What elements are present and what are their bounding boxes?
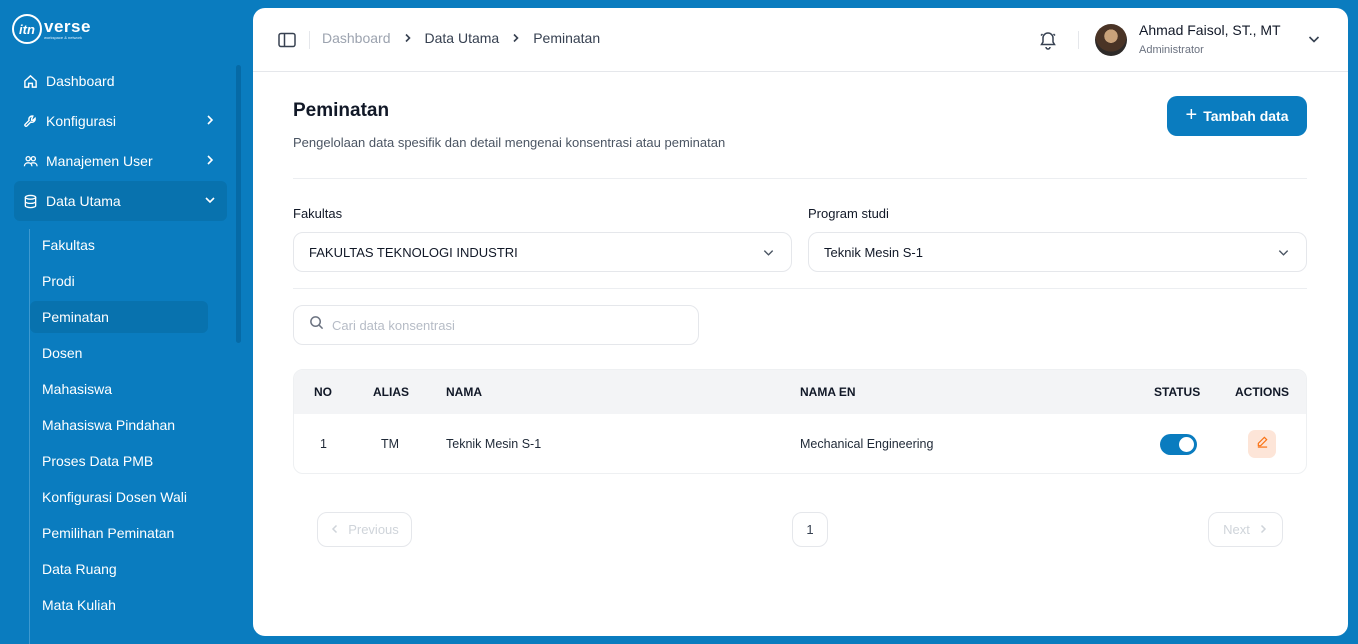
sidebar-item-label: Konfigurasi <box>46 113 117 129</box>
chevron-left-icon <box>330 522 340 537</box>
column-header-nama: NAMA <box>446 385 482 399</box>
cell-alias: TM <box>381 437 400 451</box>
sidebar-item-data-utama[interactable]: Data Utama <box>14 181 227 221</box>
breadcrumb: Dashboard Data Utama Peminatan <box>322 30 600 46</box>
chevron-down-icon <box>762 246 775 259</box>
toggle-knob <box>1179 437 1194 452</box>
sidebar-scrollbar[interactable] <box>236 65 241 343</box>
home-icon <box>22 73 38 89</box>
sidebar-item-konfigurasi[interactable]: Konfigurasi <box>14 101 227 141</box>
chevron-right-icon <box>203 153 217 169</box>
column-header-alias: ALIAS <box>373 385 409 399</box>
column-header-no: NO <box>314 385 332 399</box>
sidebar-item-label: Data Utama <box>46 193 121 209</box>
main-panel: Dashboard Data Utama Peminatan Ahmad Fai… <box>253 8 1348 636</box>
page-description: Pengelolaan data spesifik dan detail men… <box>293 135 726 150</box>
prodi-select[interactable]: Teknik Mesin S-1 <box>808 232 1307 272</box>
sidebar-item-label: Manajemen User <box>46 153 153 169</box>
database-icon <box>22 193 38 209</box>
chevron-right-icon <box>203 113 217 129</box>
sidebar-subitem-mahasiswa-pindahan[interactable]: Mahasiswa Pindahan <box>30 409 208 441</box>
column-header-actions: ACTIONS <box>1235 385 1289 399</box>
edit-button[interactable] <box>1248 430 1276 458</box>
page-number-button[interactable]: 1 <box>792 512 828 547</box>
column-header-nama-en: NAMA EN <box>800 385 856 399</box>
breadcrumb-peminatan: Peminatan <box>533 30 601 46</box>
divider <box>309 31 310 49</box>
plus-icon: + <box>1185 104 1198 126</box>
user-name: Ahmad Faisol, ST., MT <box>1139 22 1281 38</box>
brand-mark: itn <box>12 14 42 44</box>
search-icon <box>309 315 324 335</box>
column-header-status: STATUS <box>1154 385 1201 399</box>
sidebar-subnav-data-utama: Fakultas Prodi Peminatan Dosen Mahasiswa… <box>29 229 229 644</box>
chevron-down-icon <box>203 193 217 209</box>
brand-logo[interactable]: itn verse workspace & network <box>12 14 91 44</box>
previous-page-button[interactable]: Previous <box>317 512 412 547</box>
cell-nama: Teknik Mesin S-1 <box>446 437 542 451</box>
breadcrumb-chevron-icon <box>403 31 413 46</box>
next-page-label: Next <box>1223 522 1250 537</box>
add-data-button[interactable]: + Tambah data <box>1167 96 1307 136</box>
sidebar-subitem-pemilihan-peminatan[interactable]: Pemilihan Peminatan <box>30 517 208 549</box>
previous-page-label: Previous <box>348 522 399 537</box>
fakultas-select-value: FAKULTAS TEKNOLOGI INDUSTRI <box>309 244 518 260</box>
brand-name: verse <box>44 17 91 36</box>
sidebar-subitem-data-ruang[interactable]: Data Ruang <box>30 553 208 585</box>
page-title: Peminatan <box>293 100 390 121</box>
sidebar-subitem-fakultas[interactable]: Fakultas <box>30 229 208 261</box>
sidebar-toggle-icon[interactable] <box>278 32 296 48</box>
peminatan-table: NO ALIAS NAMA NAMA EN STATUS ACTIONS 1 T… <box>293 369 1307 474</box>
sidebar-subitem-mata-kuliah[interactable]: Mata Kuliah <box>30 589 208 621</box>
sidebar-item-manajemen-user[interactable]: Manajemen User <box>14 141 227 181</box>
cell-nama-en: Mechanical Engineering <box>800 437 934 451</box>
table-header: NO ALIAS NAMA NAMA EN STATUS ACTIONS <box>294 370 1306 414</box>
prodi-label: Program studi <box>808 206 889 221</box>
sidebar-item-label: Dashboard <box>46 73 115 89</box>
sidebar-subitem-proses-data-pmb[interactable]: Proses Data PMB <box>30 445 208 477</box>
divider <box>293 178 1307 179</box>
divider <box>293 288 1307 289</box>
fakultas-label: Fakultas <box>293 206 343 221</box>
status-toggle[interactable] <box>1160 434 1197 455</box>
pencil-icon <box>1256 435 1269 453</box>
breadcrumb-chevron-icon <box>511 31 521 46</box>
cell-no: 1 <box>320 437 327 451</box>
prodi-select-value: Teknik Mesin S-1 <box>824 244 923 260</box>
table-row: 1 TM Teknik Mesin S-1 Mechanical Enginee… <box>294 414 1306 473</box>
sidebar: itn verse workspace & network Dashboard … <box>0 0 253 644</box>
sidebar-subitem-konfigurasi-dosen-wali[interactable]: Konfigurasi Dosen Wali <box>30 481 208 513</box>
search-box[interactable] <box>293 305 699 345</box>
chevron-down-icon <box>1277 246 1290 259</box>
chevron-right-icon <box>1258 522 1268 537</box>
sidebar-subitem-mahasiswa[interactable]: Mahasiswa <box>30 373 208 405</box>
sidebar-subitem-peminatan[interactable]: Peminatan <box>30 301 208 333</box>
search-input[interactable] <box>332 317 672 333</box>
chevron-down-icon[interactable] <box>1307 32 1321 46</box>
fakultas-select[interactable]: FAKULTAS TEKNOLOGI INDUSTRI <box>293 232 792 272</box>
sidebar-item-dashboard[interactable]: Dashboard <box>14 61 227 101</box>
sidebar-subitem-prodi[interactable]: Prodi <box>30 265 208 297</box>
user-role: Administrator <box>1139 44 1204 56</box>
sidebar-nav: Dashboard Konfigurasi Manajemen User Dat… <box>14 61 227 221</box>
users-icon <box>22 153 38 169</box>
next-page-button[interactable]: Next <box>1208 512 1283 547</box>
add-data-label: Tambah data <box>1203 108 1289 124</box>
divider <box>1078 31 1079 49</box>
breadcrumb-dashboard[interactable]: Dashboard <box>322 30 391 46</box>
sidebar-subitem-dosen[interactable]: Dosen <box>30 337 208 369</box>
top-bar: Dashboard Data Utama Peminatan Ahmad Fai… <box>253 8 1348 72</box>
avatar[interactable] <box>1095 24 1127 56</box>
breadcrumb-data-utama[interactable]: Data Utama <box>425 30 500 46</box>
bell-icon[interactable] <box>1038 30 1058 50</box>
brand-tagline: workspace & network <box>44 35 83 40</box>
wrench-icon <box>22 113 38 129</box>
page-number-label: 1 <box>806 522 814 537</box>
